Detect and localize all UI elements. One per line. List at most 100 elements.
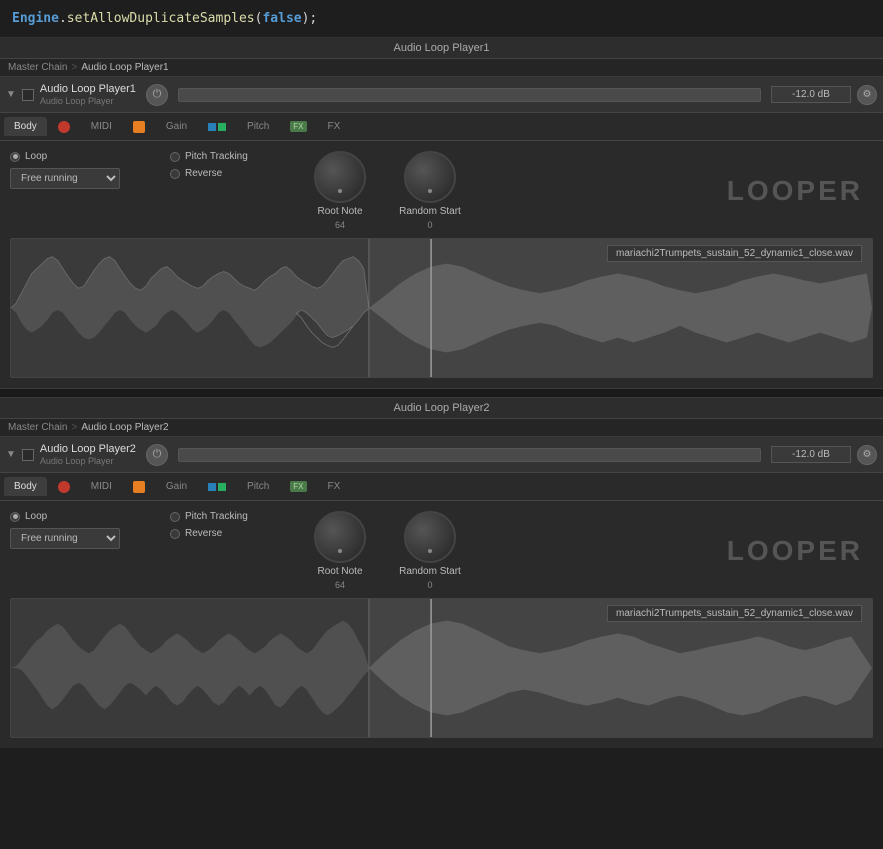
tab1-midi-icon[interactable] [48, 117, 80, 137]
tab1-fx2-label: FX [328, 121, 341, 132]
random-start-label: Random Start [399, 206, 461, 217]
envelope2-orange-icon [133, 481, 145, 493]
plugin1-power-button[interactable]: ⏻ [146, 84, 168, 106]
root-note-value: 64 [335, 220, 345, 230]
panel1-waveform-label: mariachi2Trumpets_sustain_52_dynamic1_cl… [607, 245, 862, 262]
plugin2-gear-button[interactable]: ⚙ [857, 445, 877, 465]
tab2-fx1[interactable]: FX [280, 477, 316, 496]
panel1: Audio Loop Player1 Master Chain > Audio … [0, 38, 883, 388]
breadcrumb2-root[interactable]: Master Chain [8, 422, 67, 433]
tab2-fx2[interactable]: FX [318, 477, 351, 496]
tab2-midi-icon[interactable] [48, 477, 80, 497]
pitch-tracking-radio[interactable] [170, 152, 180, 162]
tab1-midi[interactable]: MIDI [81, 117, 122, 136]
panel1-waveform[interactable]: mariachi2Trumpets_sustain_52_dynamic1_cl… [10, 238, 873, 378]
code-method: setAllowDuplicateSamples [67, 11, 255, 26]
code-paren-open: ( [255, 11, 263, 26]
breadcrumb-active[interactable]: Audio Loop Player1 [81, 62, 168, 73]
root-note-label: Root Note [317, 206, 362, 217]
tab1-body[interactable]: Body [4, 117, 47, 136]
plugin2-name-block: Audio Loop Player2 Audio Loop Player [40, 443, 136, 466]
free-running2-dropdown[interactable]: Free running [10, 528, 120, 549]
loop2-label: Loop [25, 511, 47, 522]
plugin2-volume-display: -12.0 dB [771, 446, 851, 463]
random2-knob-indicator [428, 549, 432, 553]
root-note-knob[interactable] [314, 151, 366, 203]
plugin1-checkbox[interactable] [22, 89, 34, 101]
panel2-pitch-radio[interactable]: Pitch Tracking [170, 511, 290, 522]
random-start-knob[interactable] [404, 151, 456, 203]
reverse2-radio[interactable] [170, 529, 180, 539]
knob-indicator [338, 189, 342, 193]
code-false: false [262, 11, 301, 26]
plugin1-gear-button[interactable]: ⚙ [857, 85, 877, 105]
panel2-reverse-radio[interactable]: Reverse [170, 528, 290, 539]
panel1-plugin-header: ▼ Audio Loop Player1 Audio Loop Player ⏻… [0, 77, 883, 113]
plugin2-power-button[interactable]: ⏻ [146, 444, 168, 466]
plugin1-name: Audio Loop Player1 [40, 83, 136, 95]
tab1-pitch[interactable]: Pitch [237, 117, 279, 136]
plugin1-volume-display: -12.0 dB [771, 86, 851, 103]
tab2-envelopes-icon[interactable] [123, 477, 155, 497]
tab1-envelopes-icon[interactable] [123, 117, 155, 137]
panel2-waveform[interactable]: mariachi2Trumpets_sustain_52_dynamic1_cl… [10, 598, 873, 738]
panel2-loop-section: Loop Free running [10, 511, 160, 549]
panel1-random-start-knob: Random Start 0 [390, 151, 470, 230]
tab1-gain[interactable]: Gain [156, 117, 197, 136]
gain-green-icon [218, 123, 226, 131]
plugin1-type: Audio Loop Player [40, 96, 136, 106]
reverse-radio[interactable] [170, 169, 180, 179]
plugin2-checkbox[interactable] [22, 449, 34, 461]
loop2-radio-button[interactable] [10, 512, 20, 522]
collapse-arrow-icon[interactable]: ▼ [6, 89, 16, 100]
plugin1-gain-slider[interactable] [178, 88, 761, 102]
tab2-gain[interactable]: Gain [156, 477, 197, 496]
random-start-value: 0 [427, 220, 432, 230]
panel2-controls-row: Loop Free running Pitch Tracking Reverse [10, 511, 873, 590]
panel1-tab-bar: Body MIDI Gain Pitch FX FX [0, 113, 883, 141]
panel2-loop-radio[interactable]: Loop [10, 511, 160, 522]
panel1-pitch-radio[interactable]: Pitch Tracking [170, 151, 290, 162]
panel1-loop-section: Loop Free running [10, 151, 160, 189]
gain2-icons-row [208, 483, 226, 491]
panel2-breadcrumb: Master Chain > Audio Loop Player2 [0, 419, 883, 437]
tab1-gain-icons [198, 119, 236, 135]
panel1-root-note-knob: Root Note 64 [300, 151, 380, 230]
panel1-body: Loop Free running Pitch Tracking Reverse [0, 141, 883, 388]
looper-text: LOOPER [727, 175, 873, 207]
breadcrumb2-active[interactable]: Audio Loop Player2 [81, 422, 168, 433]
tab2-pitch[interactable]: Pitch [237, 477, 279, 496]
tab2-pitch-label: Pitch [247, 481, 269, 492]
plugin2-name: Audio Loop Player2 [40, 443, 136, 455]
tab2-gain-icons [198, 479, 236, 495]
looper2-text: LOOPER [727, 535, 873, 567]
panel1-reverse-radio[interactable]: Reverse [170, 168, 290, 179]
panel1-title-bar: Audio Loop Player1 [0, 38, 883, 59]
plugin2-gain-slider[interactable] [178, 448, 761, 462]
panel1-pitch-section: Pitch Tracking Reverse [170, 151, 290, 179]
root2-note-knob[interactable] [314, 511, 366, 563]
panel2-random-start-knob: Random Start 0 [390, 511, 470, 590]
tab1-fx2[interactable]: FX [318, 117, 351, 136]
panel2-body: Loop Free running Pitch Tracking Reverse [0, 501, 883, 748]
panel2-plugin-header: ▼ Audio Loop Player2 Audio Loop Player ⏻… [0, 437, 883, 473]
collapse2-arrow-icon[interactable]: ▼ [6, 449, 16, 460]
root2-note-value: 64 [335, 580, 345, 590]
pitch2-tracking-radio[interactable] [170, 512, 180, 522]
panel1-loop-radio[interactable]: Loop [10, 151, 160, 162]
panel2: Audio Loop Player2 Master Chain > Audio … [0, 398, 883, 748]
plugin1-name-block: Audio Loop Player1 Audio Loop Player [40, 83, 136, 106]
free-running-dropdown[interactable]: Free running [10, 168, 120, 189]
panel2-root-note-knob: Root Note 64 [300, 511, 380, 590]
breadcrumb-root[interactable]: Master Chain [8, 62, 67, 73]
tab1-fx1[interactable]: FX [280, 117, 316, 136]
tab2-body[interactable]: Body [4, 477, 47, 496]
tab2-gain-label: Gain [166, 481, 187, 492]
midi2-red-icon [58, 481, 70, 493]
root2-note-label: Root Note [317, 566, 362, 577]
plugin2-type: Audio Loop Player [40, 456, 136, 466]
tab2-midi[interactable]: MIDI [81, 477, 122, 496]
random2-start-knob[interactable] [404, 511, 456, 563]
random2-start-value: 0 [427, 580, 432, 590]
loop-radio-button[interactable] [10, 152, 20, 162]
